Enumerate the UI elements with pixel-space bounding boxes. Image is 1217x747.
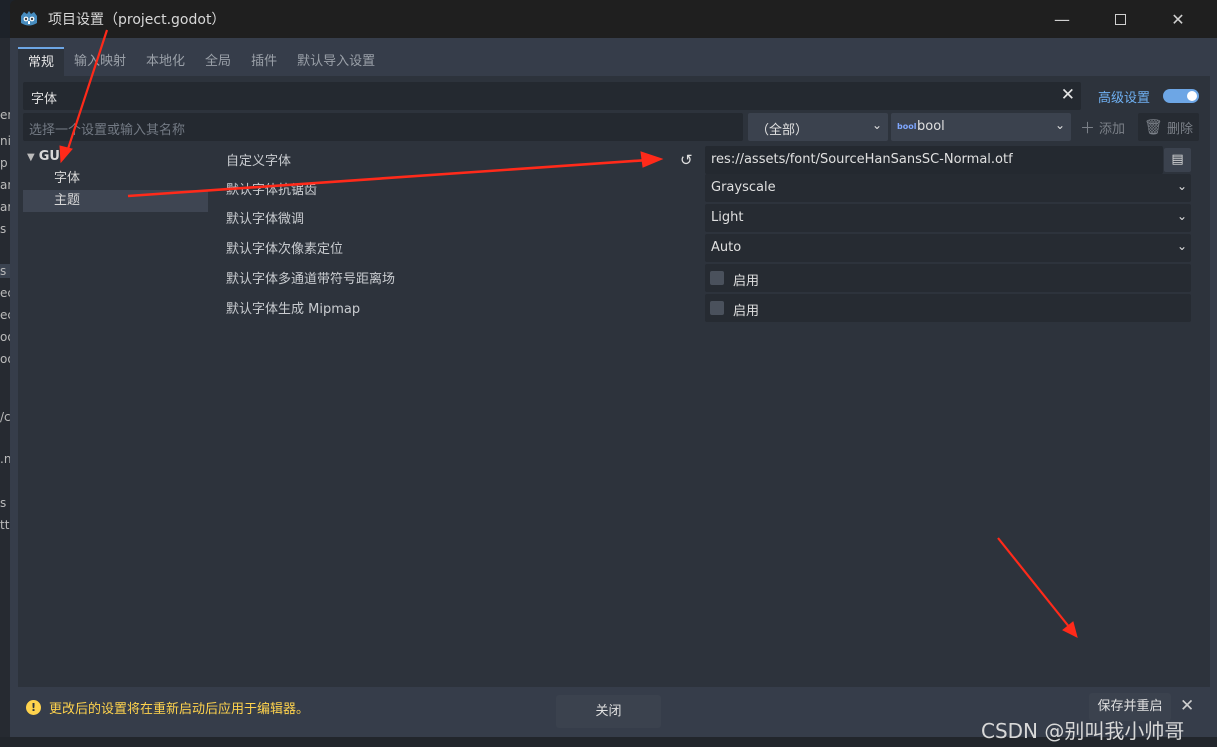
general-panel: 字体 ✕ 高级设置 选择一个设置或输入其名称 （全部） ⌄ bool bool … <box>18 76 1210 721</box>
trash-icon: 🗑 <box>1144 118 1164 136</box>
window-title: 项目设置（project.godot） <box>48 12 226 28</box>
file-icon: ▤ <box>1171 152 1184 167</box>
type-select[interactable]: bool bool ⌄ <box>891 113 1071 141</box>
chevron-down-icon: ⌄ <box>871 118 882 132</box>
close-button[interactable]: 关闭 <box>556 695 661 728</box>
subpixel-positioning-select[interactable]: Auto ⌄ <box>705 234 1191 262</box>
tab-bar: 常规 输入映射 本地化 全局 插件 默认导入设置 <box>18 47 385 76</box>
revert-icon[interactable]: ↺ <box>680 151 693 169</box>
setting-search-placeholder: 选择一个设置或输入其名称 <box>29 123 186 138</box>
window-titlebar[interactable]: 项目设置（project.godot） — ✕ <box>10 0 1217 38</box>
tab-import-defaults[interactable]: 默认导入设置 <box>287 47 385 76</box>
settings-tree: ▼ GUI 字体 主题 <box>23 146 208 212</box>
checkbox-icon[interactable] <box>710 301 724 315</box>
watermark: CSDN @别叫我小帅哥 <box>981 719 1185 743</box>
advanced-settings-toggle[interactable] <box>1163 89 1199 103</box>
property-label: 默认字体生成 Mipmap <box>226 302 361 317</box>
property-label: 自定义字体 <box>226 154 292 169</box>
tree-item-font[interactable]: 字体 <box>23 168 208 190</box>
tab-input-map[interactable]: 输入映射 <box>64 47 136 76</box>
property-label: 默认字体多通道带符号距离场 <box>226 272 396 287</box>
add-button[interactable]: ＋ 添加 <box>1080 113 1125 141</box>
property-label: 默认字体抗锯齿 <box>226 183 318 198</box>
antialiasing-select[interactable]: Grayscale ⌄ <box>705 174 1191 202</box>
property-label: 默认字体次像素定位 <box>226 242 344 257</box>
category-select[interactable]: （全部） ⌄ <box>748 113 888 141</box>
tab-plugins[interactable]: 插件 <box>241 47 287 76</box>
chevron-down-icon: ⌄ <box>1176 209 1187 223</box>
window-close-button[interactable]: ✕ <box>1150 0 1206 38</box>
tab-general[interactable]: 常规 <box>18 47 65 76</box>
chevron-down-icon: ⌄ <box>1176 239 1187 253</box>
close-icon[interactable]: ✕ <box>1061 85 1075 105</box>
close-icon[interactable]: ✕ <box>1180 696 1194 716</box>
mipmap-checkbox[interactable]: 启用 <box>705 294 1191 322</box>
warning-icon: ! <box>26 699 41 715</box>
delete-button[interactable]: 🗑 删除 <box>1138 113 1200 141</box>
chevron-down-icon: ⌄ <box>1054 118 1065 132</box>
bool-type-icon: bool <box>897 122 917 131</box>
chevron-down-icon: ⌄ <box>1176 179 1187 193</box>
msdf-checkbox[interactable]: 启用 <box>705 264 1191 292</box>
advanced-settings-label[interactable]: 高级设置 <box>1098 87 1150 106</box>
background-editor-strip: en ni p ar ar s s ec ec oo oo /c .n s tt <box>0 38 15 747</box>
filter-input[interactable]: 字体 ✕ <box>23 82 1081 110</box>
minimize-button[interactable]: — <box>1034 0 1090 38</box>
custom-font-path-field[interactable]: res://assets/font/SourceHanSansSC-Normal… <box>705 146 1163 174</box>
close-icon: ✕ <box>1171 9 1185 29</box>
checkbox-icon[interactable] <box>710 271 724 285</box>
restart-warning: ! 更改后的设置将在重新启动后应用于编辑器。 <box>26 696 309 718</box>
chevron-down-icon: ▼ <box>27 152 35 163</box>
property-label: 默认字体微调 <box>226 212 305 227</box>
tab-globals[interactable]: 全局 <box>195 47 241 76</box>
project-settings-dialog: 常规 输入映射 本地化 全局 插件 默认导入设置 字体 ✕ 高级设置 选择一个设… <box>10 38 1217 737</box>
filter-value: 字体 <box>31 92 58 107</box>
tree-item-gui[interactable]: ▼ GUI <box>23 146 208 168</box>
maximize-icon <box>1114 13 1126 25</box>
plus-icon: ＋ <box>1080 118 1096 137</box>
minimize-icon: — <box>1054 9 1070 29</box>
maximize-button[interactable] <box>1092 0 1148 38</box>
file-browse-button[interactable]: ▤ <box>1164 148 1191 172</box>
setting-search-input[interactable]: 选择一个设置或输入其名称 <box>23 113 743 141</box>
tree-item-theme[interactable]: 主题 <box>23 190 208 212</box>
hinting-select[interactable]: Light ⌄ <box>705 204 1191 232</box>
tab-localization[interactable]: 本地化 <box>136 47 195 76</box>
godot-logo-icon <box>21 11 37 26</box>
